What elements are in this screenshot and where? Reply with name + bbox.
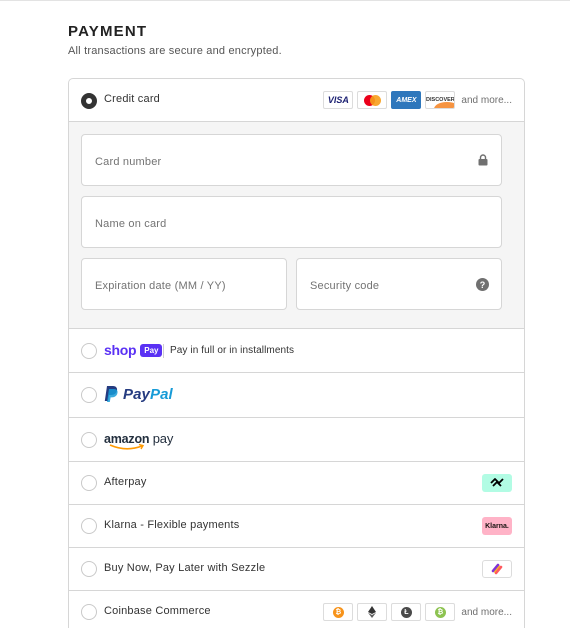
section-subtitle: All transactions are secure and encrypte… <box>68 45 282 57</box>
shop-pay-note: Pay in full or in installments <box>170 345 295 356</box>
expiration-date-field[interactable]: Expiration date (MM / YY) <box>81 258 287 310</box>
payment-option-klarna[interactable]: Klarna - Flexible payments Klarna. <box>69 505 524 548</box>
klarna-label: Klarna - Flexible payments <box>104 519 240 531</box>
lock-icon <box>478 154 488 166</box>
name-on-card-placeholder: Name on card <box>95 218 167 230</box>
sezzle-label: Buy Now, Pay Later with Sezzle <box>104 562 266 574</box>
card-number-field[interactable]: Card number <box>81 134 502 186</box>
shop-pay-brand-shop: shop <box>104 342 137 358</box>
afterpay-arrows-icon <box>490 478 504 487</box>
credit-card-form: Card number Name on card Expiration date… <box>69 122 524 329</box>
coinbase-radio[interactable] <box>81 604 97 620</box>
credit-card-label: Credit card <box>104 93 160 105</box>
crypto-logos: ₿ Ł ₿ and more... <box>323 603 512 621</box>
afterpay-radio[interactable] <box>81 475 97 491</box>
payment-option-coinbase-commerce[interactable]: Coinbase Commerce ₿ Ł ₿ and more... <box>69 591 524 628</box>
name-on-card-field[interactable]: Name on card <box>81 196 502 248</box>
amazon-pay-brand-pay: pay <box>149 431 174 446</box>
mastercard-logo <box>357 91 388 109</box>
paypal-brand-pal: Pal <box>150 385 173 403</box>
afterpay-logo <box>482 474 512 492</box>
shop-pay-divider <box>163 344 164 358</box>
shop-pay-radio[interactable] <box>81 343 97 359</box>
payment-option-amazon-pay[interactable]: amazon pay <box>69 418 524 462</box>
amazon-smile-icon <box>109 443 145 450</box>
shop-pay-logo: shop Pay <box>104 342 163 358</box>
klarna-logo: Klarna. <box>482 517 512 535</box>
payment-option-shop-pay[interactable]: shop Pay Pay in full or in installments <box>69 329 524 373</box>
amazon-pay-logo: amazon pay <box>104 430 174 450</box>
top-divider <box>0 0 570 3</box>
payment-option-credit-card[interactable]: Credit card VISA AMEX DISCOVER and more.… <box>69 79 524 122</box>
bitcoin-cash-icon: ₿ <box>434 606 446 618</box>
sezzle-icon <box>491 563 503 575</box>
shop-pay-brand-pay: Pay <box>140 343 163 357</box>
litecoin-logo: Ł <box>391 603 422 621</box>
security-code-field[interactable]: Security code ? <box>296 258 502 310</box>
credit-card-radio[interactable] <box>81 93 97 109</box>
payment-methods-panel: Credit card VISA AMEX DISCOVER and more.… <box>68 78 525 628</box>
paypal-radio[interactable] <box>81 387 97 403</box>
amazon-pay-radio[interactable] <box>81 432 97 448</box>
sezzle-logo <box>482 560 512 578</box>
help-icon[interactable]: ? <box>476 278 489 291</box>
bitcoin-cash-logo: ₿ <box>425 603 456 621</box>
amex-logo: AMEX <box>391 91 422 109</box>
ethereum-icon <box>368 606 377 618</box>
card-brand-logos: VISA AMEX DISCOVER and more... <box>323 91 512 109</box>
coinbase-label: Coinbase Commerce <box>104 605 211 617</box>
security-code-placeholder: Security code <box>310 280 380 292</box>
litecoin-icon: Ł <box>400 606 412 618</box>
bitcoin-logo: ₿ <box>323 603 354 621</box>
ethereum-logo <box>357 603 388 621</box>
card-number-placeholder: Card number <box>95 156 162 168</box>
bitcoin-icon: ₿ <box>332 606 344 618</box>
afterpay-label: Afterpay <box>104 476 147 488</box>
section-title: PAYMENT <box>68 23 148 40</box>
paypal-p-icon <box>104 386 118 402</box>
expiration-date-placeholder: Expiration date (MM / YY) <box>95 280 226 292</box>
payment-option-afterpay[interactable]: Afterpay <box>69 462 524 505</box>
payment-option-sezzle[interactable]: Buy Now, Pay Later with Sezzle <box>69 548 524 591</box>
payment-option-paypal[interactable]: PayPal <box>69 373 524 418</box>
discover-logo: DISCOVER <box>425 91 456 109</box>
paypal-logo: PayPal <box>104 385 173 403</box>
paypal-brand-pay: Pay <box>123 385 150 403</box>
klarna-radio[interactable] <box>81 518 97 534</box>
visa-logo: VISA <box>323 91 354 109</box>
sezzle-radio[interactable] <box>81 561 97 577</box>
card-brands-more: and more... <box>461 94 512 106</box>
crypto-more: and more... <box>461 606 512 618</box>
